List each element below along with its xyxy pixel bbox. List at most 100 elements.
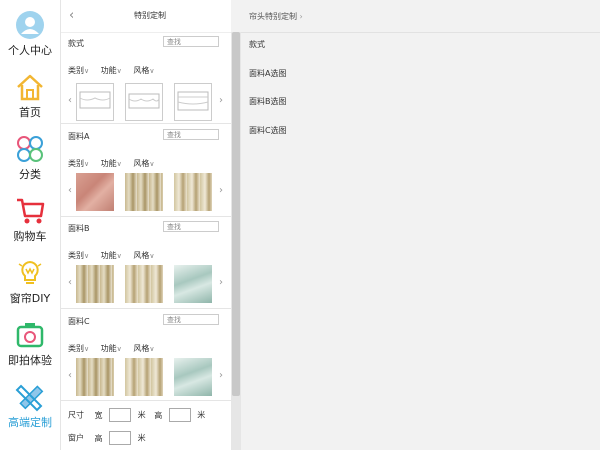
filter-bar: 类别∨ 功能∨ 风格∨ bbox=[68, 343, 163, 354]
fabric-thumbnail[interactable] bbox=[76, 265, 114, 303]
filter-bar: 类别∨ 功能∨ 风格∨ bbox=[68, 250, 163, 261]
unit-label: 米 bbox=[197, 410, 206, 420]
chevron-down-icon: ∨ bbox=[116, 345, 122, 353]
chevron-down-icon: ∨ bbox=[149, 252, 155, 260]
section-title: 款式 bbox=[68, 39, 84, 48]
sidebar-item-label: 购物车 bbox=[13, 230, 47, 243]
sidebar-item-category[interactable]: 分类 bbox=[0, 128, 60, 184]
section-title: 面料B bbox=[68, 224, 90, 233]
filter-function[interactable]: 功能∨ bbox=[101, 66, 122, 75]
sidebar-item-cart[interactable]: 购物车 bbox=[0, 190, 60, 246]
chevron-down-icon: ∨ bbox=[116, 67, 122, 75]
sidebar-item-label: 即拍体验 bbox=[8, 354, 52, 367]
chevron-down-icon: ∨ bbox=[149, 160, 155, 168]
summary-panel: 帘头特别定制 › 款式 面料A选图 面料B选图 面料C选图 bbox=[241, 0, 600, 450]
fabric-thumbnail[interactable] bbox=[125, 173, 163, 211]
height-input[interactable] bbox=[168, 408, 191, 422]
chevron-down-icon: ∨ bbox=[149, 345, 155, 353]
search-input[interactable]: 查找 bbox=[163, 221, 219, 232]
chevron-down-icon: ∨ bbox=[84, 67, 90, 75]
thumbnail-carousel: ‹ › bbox=[61, 83, 231, 123]
summary-item[interactable]: 面料C选图 bbox=[249, 125, 287, 136]
style-thumbnail[interactable] bbox=[174, 83, 212, 121]
filter-category[interactable]: 类别∨ bbox=[68, 251, 89, 260]
sidebar-item-diy[interactable]: 窗帘DIY bbox=[0, 252, 60, 308]
next-arrow-icon[interactable]: › bbox=[219, 95, 223, 106]
sidebar-item-label: 高端定制 bbox=[8, 416, 52, 429]
filter-function[interactable]: 功能∨ bbox=[101, 251, 122, 260]
filter-function[interactable]: 功能∨ bbox=[101, 344, 122, 353]
filter-style[interactable]: 风格∨ bbox=[133, 159, 154, 168]
style-thumbnail[interactable] bbox=[76, 83, 114, 121]
window-row: 窗户 高 米 bbox=[68, 431, 146, 445]
filter-function[interactable]: 功能∨ bbox=[101, 159, 122, 168]
prev-arrow-icon[interactable]: ‹ bbox=[68, 370, 72, 381]
sidebar-item-home[interactable]: 首页 bbox=[0, 66, 60, 122]
filter-category[interactable]: 类别∨ bbox=[68, 159, 89, 168]
height-label: 高 bbox=[154, 410, 163, 420]
pencil-ruler-icon bbox=[15, 384, 44, 412]
thumbnail-carousel: ‹ › bbox=[61, 173, 231, 213]
fabric-thumbnail[interactable] bbox=[174, 265, 212, 303]
window-height-input[interactable] bbox=[109, 431, 132, 445]
prev-arrow-icon[interactable]: ‹ bbox=[68, 185, 72, 196]
user-avatar-icon bbox=[16, 11, 44, 39]
thumbnail-carousel: ‹ › bbox=[61, 358, 231, 398]
unit-label: 米 bbox=[137, 433, 146, 443]
search-input[interactable]: 查找 bbox=[163, 314, 219, 325]
fabric-thumbnail[interactable] bbox=[125, 358, 163, 396]
prev-arrow-icon[interactable]: ‹ bbox=[68, 95, 72, 106]
filter-category[interactable]: 类别∨ bbox=[68, 344, 89, 353]
next-arrow-icon[interactable]: › bbox=[219, 185, 223, 196]
window-label: 窗户 bbox=[68, 433, 84, 443]
fabric-thumbnail[interactable] bbox=[174, 173, 212, 211]
sidebar: 个人中心 首页 分类 购物车 窗帘DIY 即拍体验 高端定制 bbox=[0, 0, 61, 450]
section-title: 面料C bbox=[68, 317, 90, 326]
breadcrumb[interactable]: 帘头特别定制 › bbox=[249, 11, 303, 22]
width-label: 宽 bbox=[94, 410, 103, 420]
sidebar-item-label: 个人中心 bbox=[8, 44, 52, 57]
next-arrow-icon[interactable]: › bbox=[219, 277, 223, 288]
chevron-down-icon: ∨ bbox=[116, 252, 122, 260]
next-arrow-icon[interactable]: › bbox=[219, 370, 223, 381]
fabric-thumbnail[interactable] bbox=[174, 358, 212, 396]
section-title: 面料A bbox=[68, 132, 90, 141]
style-thumbnail[interactable] bbox=[125, 83, 163, 121]
fabric-thumbnail[interactable] bbox=[76, 173, 114, 211]
search-input[interactable]: 查找 bbox=[163, 129, 219, 140]
scrollbar-thumb[interactable] bbox=[232, 32, 240, 396]
chevron-down-icon: ∨ bbox=[84, 252, 90, 260]
filter-category[interactable]: 类别∨ bbox=[68, 66, 89, 75]
width-input[interactable] bbox=[109, 408, 132, 422]
category-icon bbox=[17, 136, 43, 162]
prev-arrow-icon[interactable]: ‹ bbox=[68, 277, 72, 288]
sidebar-item-custom[interactable]: 高端定制 bbox=[0, 376, 60, 432]
window-height-label: 高 bbox=[94, 433, 103, 443]
divider bbox=[61, 123, 231, 124]
sidebar-item-label: 窗帘DIY bbox=[9, 292, 51, 305]
size-label: 尺寸 bbox=[68, 410, 84, 420]
summary-item[interactable]: 款式 bbox=[249, 39, 265, 50]
chevron-down-icon: ∨ bbox=[84, 160, 90, 168]
divider bbox=[61, 308, 231, 309]
sidebar-item-photo[interactable]: 即拍体验 bbox=[0, 314, 60, 370]
size-row: 尺寸 宽 米 高 米 bbox=[68, 408, 205, 422]
fabric-thumbnail[interactable] bbox=[76, 358, 114, 396]
camera-icon bbox=[16, 323, 44, 348]
fabric-thumbnail[interactable] bbox=[125, 265, 163, 303]
sidebar-item-profile[interactable]: 个人中心 bbox=[0, 4, 60, 60]
sidebar-item-label: 分类 bbox=[19, 168, 41, 181]
sidebar-item-label: 首页 bbox=[19, 106, 41, 119]
search-input[interactable]: 查找 bbox=[163, 36, 219, 47]
custom-options-panel: ‹ 特别定制 款式 查找 类别∨ 功能∨ 风格∨ ‹ › 面料A 查找 类别∨ … bbox=[61, 0, 231, 450]
summary-item[interactable]: 面料B选图 bbox=[249, 96, 287, 107]
filter-style[interactable]: 风格∨ bbox=[133, 251, 154, 260]
filter-style[interactable]: 风格∨ bbox=[133, 344, 154, 353]
divider bbox=[61, 400, 231, 401]
divider bbox=[61, 216, 231, 217]
chevron-down-icon: ∨ bbox=[84, 345, 90, 353]
chevron-down-icon: ∨ bbox=[149, 67, 155, 75]
panel-header: ‹ 特别定制 bbox=[61, 0, 231, 33]
summary-item[interactable]: 面料A选图 bbox=[249, 68, 286, 79]
filter-style[interactable]: 风格∨ bbox=[133, 66, 154, 75]
